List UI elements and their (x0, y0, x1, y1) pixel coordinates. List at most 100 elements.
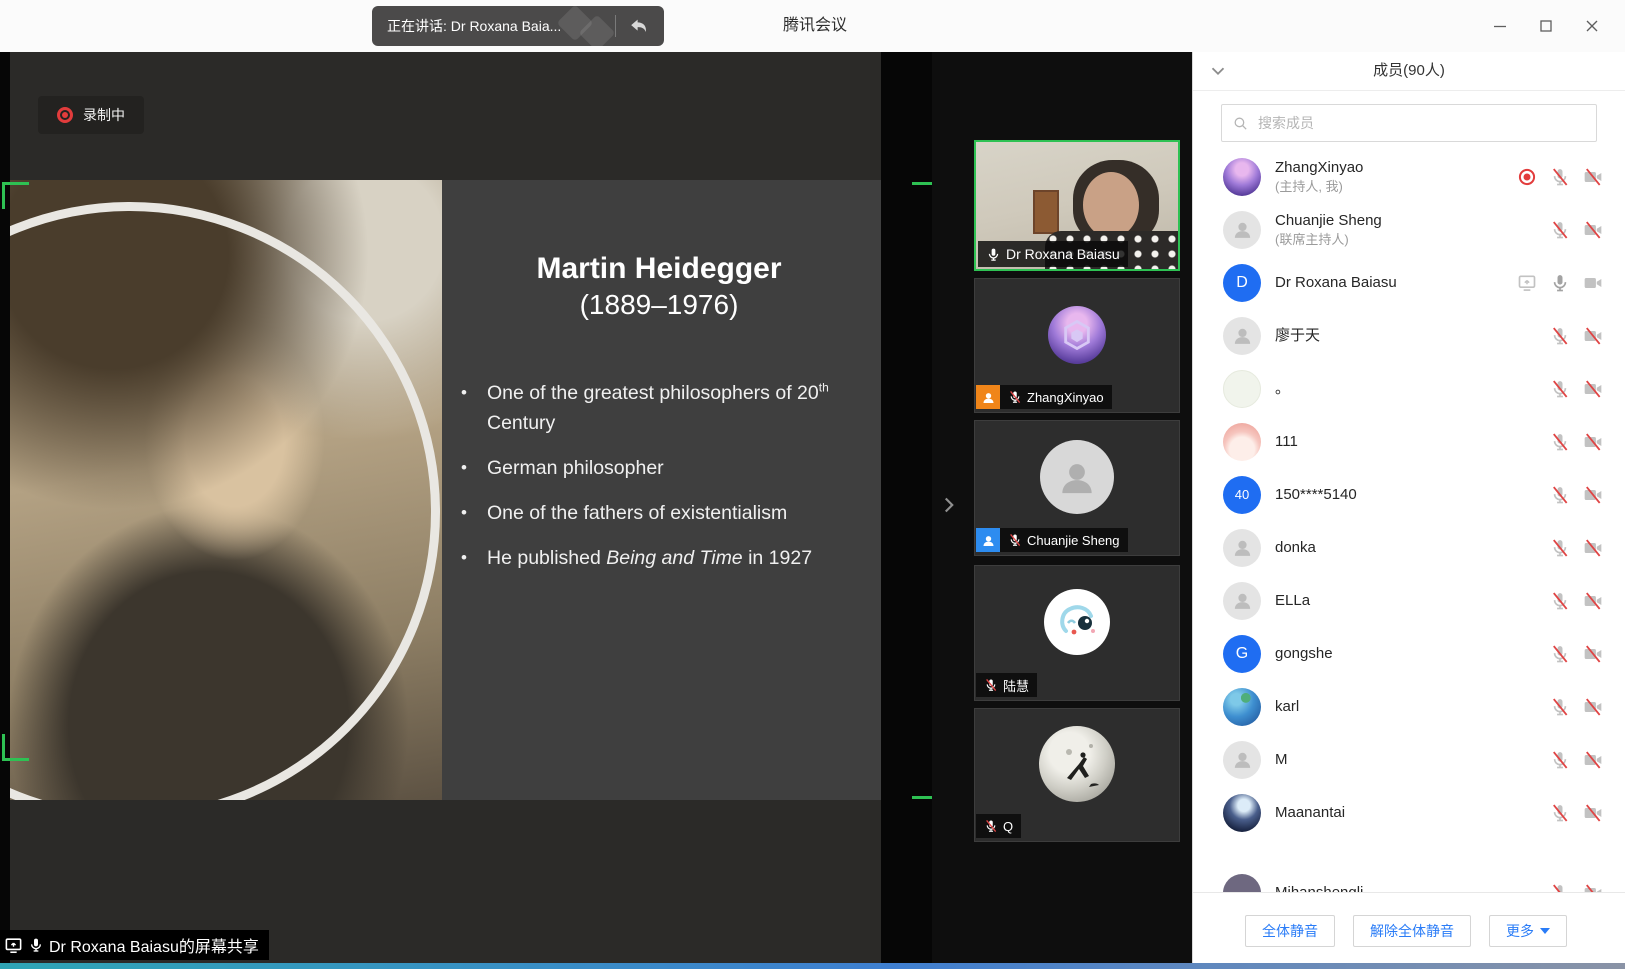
window-controls (1477, 0, 1615, 52)
avatar (1223, 317, 1261, 355)
tile-name-label: Chuanjie Sheng (976, 528, 1128, 552)
mic-muted-icon[interactable] (1550, 220, 1570, 240)
member-row-chuanjie-sheng[interactable]: Chuanjie Sheng (联席主持人) (1193, 203, 1625, 256)
jump-to-speaker-icon[interactable] (628, 15, 650, 37)
maximize-button[interactable] (1523, 0, 1569, 52)
member-search-box (1221, 104, 1597, 142)
member-name: ZhangXinyao (1275, 159, 1517, 177)
member-row-liaoyutian[interactable]: 廖于天 (1193, 309, 1625, 362)
avatar: D (1223, 264, 1261, 302)
member-row-ella[interactable]: ELLa (1193, 574, 1625, 627)
slide-text: Martin Heidegger (1889–1976) One of the … (445, 180, 873, 800)
mic-muted-icon[interactable] (1550, 538, 1570, 558)
camera-muted-icon[interactable] (1583, 220, 1603, 240)
member-name: 111 (1275, 433, 1550, 451)
member-name: donka (1275, 539, 1550, 557)
video-tile-zhangxinyao[interactable]: ZhangXinyao (974, 278, 1180, 413)
participant-name: Dr Roxana Baiasu (1006, 246, 1120, 262)
member-name: M (1275, 751, 1550, 769)
active-speaker-label: 正在讲话: Dr Roxana Baia... (372, 16, 561, 36)
photo-circle-frame (10, 202, 440, 800)
mic-muted-icon (984, 678, 998, 692)
recording-dot-icon (57, 107, 73, 123)
avatar: 40 (1223, 476, 1261, 514)
camera-muted-icon[interactable] (1583, 644, 1603, 664)
mic-muted-icon[interactable] (1550, 697, 1570, 717)
mic-muted-icon[interactable] (1550, 167, 1570, 187)
avatar (1223, 211, 1261, 249)
close-button[interactable] (1569, 0, 1615, 52)
screen-sharing-icon (1517, 273, 1537, 293)
camera-muted-icon[interactable] (1583, 326, 1603, 346)
member-row-150-5140[interactable]: 40 150****5140 (1193, 468, 1625, 521)
member-row-dot[interactable]: 。 (1193, 362, 1625, 415)
mic-muted-icon[interactable] (1550, 379, 1570, 399)
avatar (1223, 370, 1261, 408)
presentation-slide: Martin Heidegger (1889–1976) One of the … (10, 180, 881, 800)
mute-all-button[interactable]: 全体静音 (1245, 915, 1335, 947)
chevron-down-icon[interactable] (1207, 60, 1229, 82)
member-name: Chuanjie Sheng (1275, 212, 1550, 230)
camera-on-icon[interactable] (1583, 273, 1603, 293)
video-thumbnail-column: Dr Roxana Baiasu ZhangXinyao (932, 52, 1192, 969)
camera-muted-icon[interactable] (1583, 485, 1603, 505)
slide-bullet: He published Being and Time in 1927 (459, 543, 863, 573)
camera-muted-icon[interactable] (1583, 697, 1603, 717)
minimize-button[interactable] (1477, 0, 1523, 52)
recording-icon (1517, 167, 1537, 187)
tile-name-label: ZhangXinyao (976, 385, 1112, 409)
slide-bullet-list: One of the greatest philosophers of 20th… (459, 378, 863, 588)
member-row-zhangxinyao[interactable]: ZhangXinyao (主持人, 我) (1193, 150, 1625, 203)
collapse-panel-chevron-icon[interactable] (936, 492, 962, 518)
avatar (1048, 306, 1106, 364)
mic-muted-icon[interactable] (1550, 883, 1570, 893)
avatar (1223, 741, 1261, 779)
share-source-label: Dr Roxana Baiasu的屏幕共享 (0, 930, 269, 960)
camera-muted-icon[interactable] (1583, 883, 1603, 893)
avatar (1223, 423, 1261, 461)
camera-muted-icon[interactable] (1583, 432, 1603, 452)
members-panel-footer: 全体静音 解除全体静音 更多 (1193, 892, 1625, 969)
mic-muted-icon[interactable] (1550, 485, 1570, 505)
slide-bullet: One of the greatest philosophers of 20th… (459, 378, 863, 438)
camera-muted-icon[interactable] (1583, 538, 1603, 558)
member-role: (联席主持人) (1275, 232, 1550, 248)
more-button[interactable]: 更多 (1489, 915, 1567, 947)
mic-muted-icon[interactable] (1550, 432, 1570, 452)
member-row-111[interactable]: 111 (1193, 415, 1625, 468)
camera-muted-icon[interactable] (1583, 379, 1603, 399)
member-name: 。 (1275, 380, 1550, 398)
camera-muted-icon[interactable] (1583, 803, 1603, 823)
participant-name: ZhangXinyao (1027, 390, 1104, 405)
search-input[interactable] (1256, 114, 1586, 132)
mic-muted-icon[interactable] (1550, 326, 1570, 346)
member-row-partial[interactable]: Mihanshengli (1193, 866, 1625, 892)
recording-label: 录制中 (83, 105, 125, 125)
member-row-dr-roxana-baiasu[interactable]: D Dr Roxana Baiasu (1193, 256, 1625, 309)
video-tile-q[interactable]: Q (974, 708, 1180, 842)
mic-muted-icon[interactable] (1550, 591, 1570, 611)
mic-on-icon[interactable] (1550, 273, 1570, 293)
active-speaker-pill[interactable]: 正在讲话: Dr Roxana Baia... (372, 6, 664, 46)
video-tile-luhui[interactable]: 陆慧 (974, 565, 1180, 701)
camera-muted-icon[interactable] (1583, 750, 1603, 770)
mic-muted-icon[interactable] (1550, 803, 1570, 823)
unmute-all-button[interactable]: 解除全体静音 (1353, 915, 1471, 947)
video-tile-dr-roxana-baiasu[interactable]: Dr Roxana Baiasu (974, 140, 1180, 271)
cohost-badge-icon (976, 528, 1000, 552)
member-name: 廖于天 (1275, 327, 1550, 345)
member-row-m[interactable]: M (1193, 733, 1625, 786)
mic-muted-icon[interactable] (1550, 750, 1570, 770)
member-row-donka[interactable]: donka (1193, 521, 1625, 574)
video-tile-chuanjie-sheng[interactable]: Chuanjie Sheng (974, 420, 1180, 556)
member-row-karl[interactable]: karl (1193, 680, 1625, 733)
recording-indicator[interactable]: 录制中 (38, 96, 144, 134)
member-row-gongshe[interactable]: G gongshe (1193, 627, 1625, 680)
avatar (1223, 529, 1261, 567)
mic-muted-icon[interactable] (1550, 644, 1570, 664)
share-source-text: Dr Roxana Baiasu的屏幕共享 (49, 933, 259, 957)
camera-muted-icon[interactable] (1583, 591, 1603, 611)
member-row-maanantai[interactable]: Maanantai (1193, 786, 1625, 839)
camera-muted-icon[interactable] (1583, 167, 1603, 187)
slide-bullet: One of the fathers of existentialism (459, 498, 863, 528)
